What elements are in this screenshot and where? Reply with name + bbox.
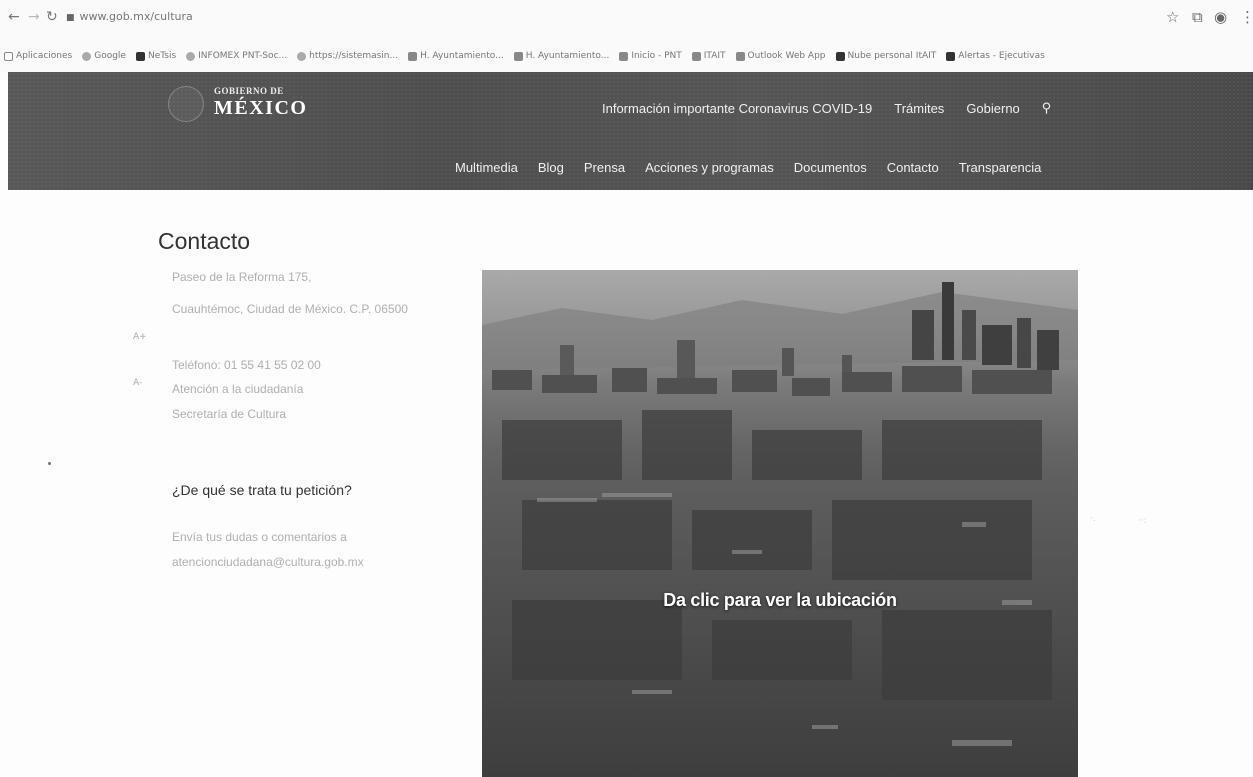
outlook-icon xyxy=(735,51,745,61)
profile-icon[interactable]: ◉ xyxy=(1214,8,1227,26)
forward-arrow-icon[interactable]: → xyxy=(28,9,40,25)
apps-icon xyxy=(4,51,13,61)
address-line: Cuauhtémoc, Ciudad de México. C.P. 06500 xyxy=(172,302,408,316)
globe-icon xyxy=(297,51,307,61)
google-icon xyxy=(82,51,92,61)
logo-title[interactable]: MÉXICO xyxy=(214,97,307,120)
petition-heading: ¿De qué se trata tu petición? xyxy=(172,482,352,498)
browser-address-bar: ← → ↻ ■ www.gob.mx/cultura ☆ ⧉ ◉ ⋮ xyxy=(0,0,1253,40)
address-line: Paseo de la Reforma 175, xyxy=(172,270,312,284)
location-map-image[interactable]: Da clic para ver la ubicación xyxy=(482,270,1078,777)
email-intro: Envía tus dudas o comentarios a xyxy=(172,530,347,544)
bookmark-item[interactable]: Nube personal ItAIT xyxy=(835,51,936,61)
back-arrow-icon[interactable]: ← xyxy=(8,9,20,25)
itait-icon xyxy=(691,51,701,61)
nav-gobierno-link[interactable]: Gobierno xyxy=(966,101,1019,116)
globe-icon xyxy=(186,51,196,61)
font-decrease-button[interactable]: A- xyxy=(133,378,142,388)
bookmark-item[interactable]: Google xyxy=(82,51,126,61)
bookmark-item[interactable]: Alertas - Ejecutivas xyxy=(946,51,1045,61)
bookmark-item[interactable]: Aplicaciones xyxy=(4,51,72,61)
subnav-contacto[interactable]: Contacto xyxy=(887,160,939,175)
bookmark-icon xyxy=(135,51,145,61)
cloud-icon xyxy=(835,51,845,61)
bookmark-item[interactable]: https://sistemasin... xyxy=(297,51,398,61)
menu-icon[interactable]: ⋮ xyxy=(1240,8,1253,26)
bookmark-item[interactable]: Inicio - PNT xyxy=(619,51,682,61)
url-text: www.gob.mx/cultura xyxy=(79,10,193,23)
url-field[interactable]: ■ www.gob.mx/cultura xyxy=(66,10,193,23)
logo-subtitle[interactable]: GOBIERNO DE xyxy=(214,86,284,96)
subnav-prensa[interactable]: Prensa xyxy=(584,160,625,175)
top-nav: Información importante Coronavirus COVID… xyxy=(602,100,1051,116)
bookmark-item[interactable]: H. Ayuntamiento... xyxy=(513,51,609,61)
city-skyline-image xyxy=(482,270,1078,777)
font-increase-button[interactable]: A+ xyxy=(133,332,147,342)
subnav-acciones[interactable]: Acciones y programas xyxy=(645,160,774,175)
reload-icon[interactable]: ↻ xyxy=(46,9,58,25)
star-icon[interactable]: ☆ xyxy=(1166,8,1179,26)
extension-icon[interactable]: ⧉ xyxy=(1192,8,1203,26)
subnav-documentos[interactable]: Documentos xyxy=(794,160,867,175)
nav-covid-link[interactable]: Información importante Coronavirus COVID… xyxy=(602,101,872,116)
crest-icon xyxy=(513,51,523,61)
alert-icon xyxy=(946,51,956,61)
pnt-icon xyxy=(619,51,629,61)
seal-icon xyxy=(168,86,204,122)
decorative-dot xyxy=(48,462,51,465)
bookmark-item[interactable]: Outlook Web App xyxy=(735,51,826,61)
bookmark-item[interactable]: H. Ayuntamiento... xyxy=(408,51,504,61)
email-link[interactable]: atencionciudadana@cultura.gob.mx xyxy=(172,555,364,569)
site-header: GOBIERNO DE MÉXICO Información important… xyxy=(8,72,1253,190)
bookmark-item[interactable]: ITAIT xyxy=(691,51,726,61)
lock-icon: ■ xyxy=(66,13,75,23)
subnav-multimedia[interactable]: Multimedia xyxy=(455,160,518,175)
bookmark-item[interactable]: INFOMEX PNT-Soc... xyxy=(186,51,287,61)
nav-tramites-link[interactable]: Trámites xyxy=(894,101,944,116)
sub-nav: Multimedia Blog Prensa Acciones y progra… xyxy=(455,160,1041,175)
attention-line: Secretaría de Cultura xyxy=(172,407,287,421)
phone-line: Teléfono: 01 55 41 55 02 00 xyxy=(172,358,321,372)
bookmark-item[interactable]: NeTsis xyxy=(135,51,176,61)
map-caption[interactable]: Da clic para ver la ubicación xyxy=(482,590,1078,611)
page-title: Contacto xyxy=(158,228,251,254)
subnav-blog[interactable]: Blog xyxy=(538,160,564,175)
attention-line: Atención a la ciudadanía xyxy=(172,382,304,396)
search-icon[interactable]: ⚲ xyxy=(1042,100,1052,116)
crest-icon xyxy=(408,51,418,61)
subnav-transparencia[interactable]: Transparencia xyxy=(959,160,1042,175)
scan-speck: ·. xyxy=(1090,514,1096,524)
bookmarks-bar: Aplicaciones Google NeTsis INFOMEX PNT-S… xyxy=(0,40,1253,72)
scan-speck: ··: xyxy=(1138,516,1147,526)
